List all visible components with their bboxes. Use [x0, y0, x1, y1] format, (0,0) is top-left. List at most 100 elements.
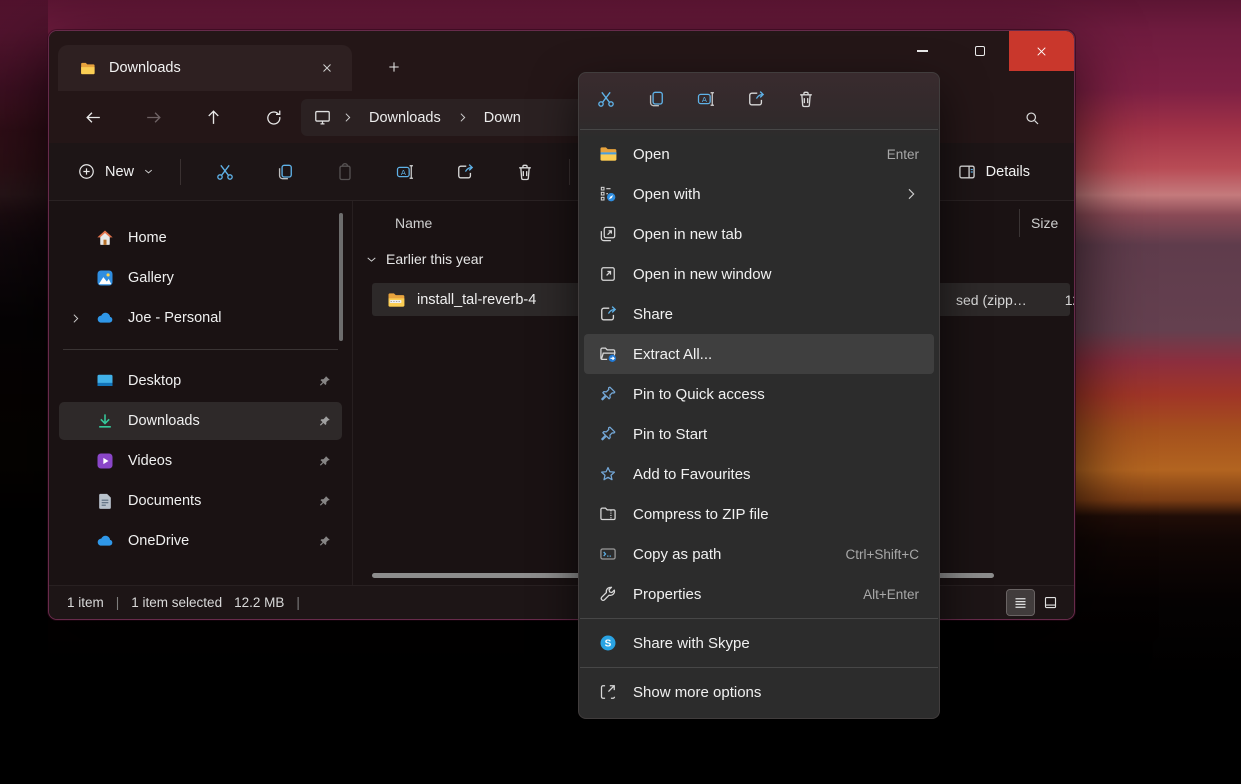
sidebar-item-documents[interactable]: Documents [59, 482, 342, 520]
refresh-button[interactable] [255, 100, 291, 134]
menu-item-compress-to-zip[interactable]: Compress to ZIP file [584, 494, 934, 534]
search-button[interactable] [1012, 99, 1052, 136]
column-header-name[interactable]: Name [395, 215, 432, 231]
pin-icon [598, 424, 618, 444]
details-view-button[interactable] [1007, 590, 1034, 615]
maximize-button[interactable] [951, 31, 1009, 71]
details-view-icon [1013, 595, 1028, 610]
status-separator: | [296, 595, 300, 610]
show-more-options-icon [598, 682, 618, 702]
back-button[interactable] [75, 100, 111, 134]
menu-item-open[interactable]: Open Enter [584, 134, 934, 174]
sidebar-item-videos[interactable]: Videos [59, 442, 342, 480]
forward-icon [144, 108, 163, 127]
sidebar-item-home[interactable]: Home [59, 219, 342, 257]
up-button[interactable] [195, 100, 231, 134]
sidebar-item-onedrive[interactable]: OneDrive [59, 522, 342, 560]
menu-item-pin-to-start[interactable]: Pin to Start [584, 414, 934, 454]
chevron-right-icon [456, 111, 469, 124]
details-pane-button[interactable]: Details [947, 155, 1040, 189]
plus-icon [387, 60, 401, 74]
chevron-right-icon [69, 312, 95, 325]
column-divider[interactable] [1019, 209, 1020, 237]
menu-separator [580, 618, 938, 619]
file-size-truncated: 12,5 [1046, 292, 1075, 308]
tab-downloads[interactable]: Downloads [58, 45, 352, 91]
close-icon [1035, 45, 1048, 58]
sidebar-scrollbar[interactable] [339, 213, 343, 341]
cut-icon[interactable] [596, 89, 616, 109]
sidebar-item-label: Gallery [128, 270, 174, 286]
menu-separator [580, 129, 938, 130]
plus-circle-icon [77, 162, 96, 181]
open-with-icon [598, 184, 618, 204]
sidebar-item-label: Joe - Personal [128, 310, 222, 326]
window-controls [893, 31, 1074, 71]
menu-item-open-with[interactable]: Open with [584, 174, 934, 214]
share-icon [455, 162, 475, 182]
open-in-new-tab-icon [598, 224, 618, 244]
delete-icon[interactable] [796, 89, 816, 109]
new-tab-button[interactable] [379, 52, 409, 82]
desktop-icon [95, 371, 115, 391]
close-button[interactable] [1009, 31, 1074, 71]
sidebar-item-label: Documents [128, 493, 201, 509]
menu-item-show-more-options[interactable]: Show more options [584, 672, 934, 712]
menu-item-label: Pin to Quick access [633, 386, 765, 403]
cut-button[interactable] [204, 153, 246, 191]
minimize-button[interactable] [893, 31, 951, 71]
paste-button[interactable] [324, 153, 366, 191]
tab-close-button[interactable] [314, 55, 340, 81]
zipped-folder-icon [386, 290, 406, 310]
new-button[interactable]: New [65, 155, 166, 188]
sidebar-item-gallery[interactable]: Gallery [59, 259, 342, 297]
details-pane-icon [957, 162, 977, 182]
column-header-size[interactable]: Size [1031, 215, 1058, 231]
svg-text:A: A [702, 95, 707, 104]
copy-as-path-icon [598, 544, 618, 564]
rename-icon[interactable]: A [696, 89, 716, 109]
group-header-earlier-this-year[interactable]: Earlier this year [365, 251, 483, 267]
delete-button[interactable] [504, 153, 546, 191]
menu-item-share-with-skype[interactable]: S Share with Skype [584, 623, 934, 663]
pin-icon [317, 494, 332, 509]
menu-item-label: Open in new window [633, 266, 771, 283]
file-name: install_tal-reverb-4 [417, 292, 536, 308]
chevron-down-icon [143, 166, 154, 177]
sidebar-item-onedrive-personal[interactable]: Joe - Personal [59, 299, 342, 337]
menu-item-add-to-favourites[interactable]: Add to Favourites [584, 454, 934, 494]
breadcrumb-downloads[interactable]: Downloads [363, 107, 447, 129]
search-icon [1023, 109, 1041, 127]
chevron-down-icon [365, 253, 378, 266]
menu-item-open-in-new-window[interactable]: Open in new window [584, 254, 934, 294]
sidebar-separator [63, 349, 338, 350]
forward-button[interactable] [135, 100, 171, 134]
share-button[interactable] [444, 153, 486, 191]
menu-item-open-in-new-tab[interactable]: Open in new tab [584, 214, 934, 254]
group-header-label: Earlier this year [386, 251, 483, 267]
menu-item-extract-all[interactable]: Extract All... [584, 334, 934, 374]
pin-icon [598, 384, 618, 404]
rename-icon: A [395, 162, 415, 182]
menu-item-share[interactable]: Share [584, 294, 934, 334]
toolbar-divider [569, 159, 570, 185]
file-type-truncated: sed (zipp… [956, 292, 1027, 308]
pin-icon [317, 454, 332, 469]
menu-item-properties[interactable]: Properties Alt+Enter [584, 574, 934, 614]
icons-view-button[interactable] [1037, 590, 1064, 615]
menu-item-label: Add to Favourites [633, 466, 751, 483]
share-icon[interactable] [746, 89, 766, 109]
menu-item-label: Share [633, 306, 673, 323]
rename-button[interactable]: A [384, 153, 426, 191]
status-separator: | [116, 595, 120, 610]
menu-item-label: Copy as path [633, 546, 721, 563]
sidebar-item-downloads[interactable]: Downloads [59, 402, 342, 440]
sidebar-item-desktop[interactable]: Desktop [59, 362, 342, 400]
copy-icon[interactable] [646, 89, 666, 109]
breadcrumb-truncated[interactable]: Down [478, 107, 527, 129]
copy-button[interactable] [264, 153, 306, 191]
back-icon [84, 108, 103, 127]
menu-item-pin-to-quick-access[interactable]: Pin to Quick access [584, 374, 934, 414]
paste-icon [335, 162, 355, 182]
menu-item-copy-as-path[interactable]: Copy as path Ctrl+Shift+C [584, 534, 934, 574]
